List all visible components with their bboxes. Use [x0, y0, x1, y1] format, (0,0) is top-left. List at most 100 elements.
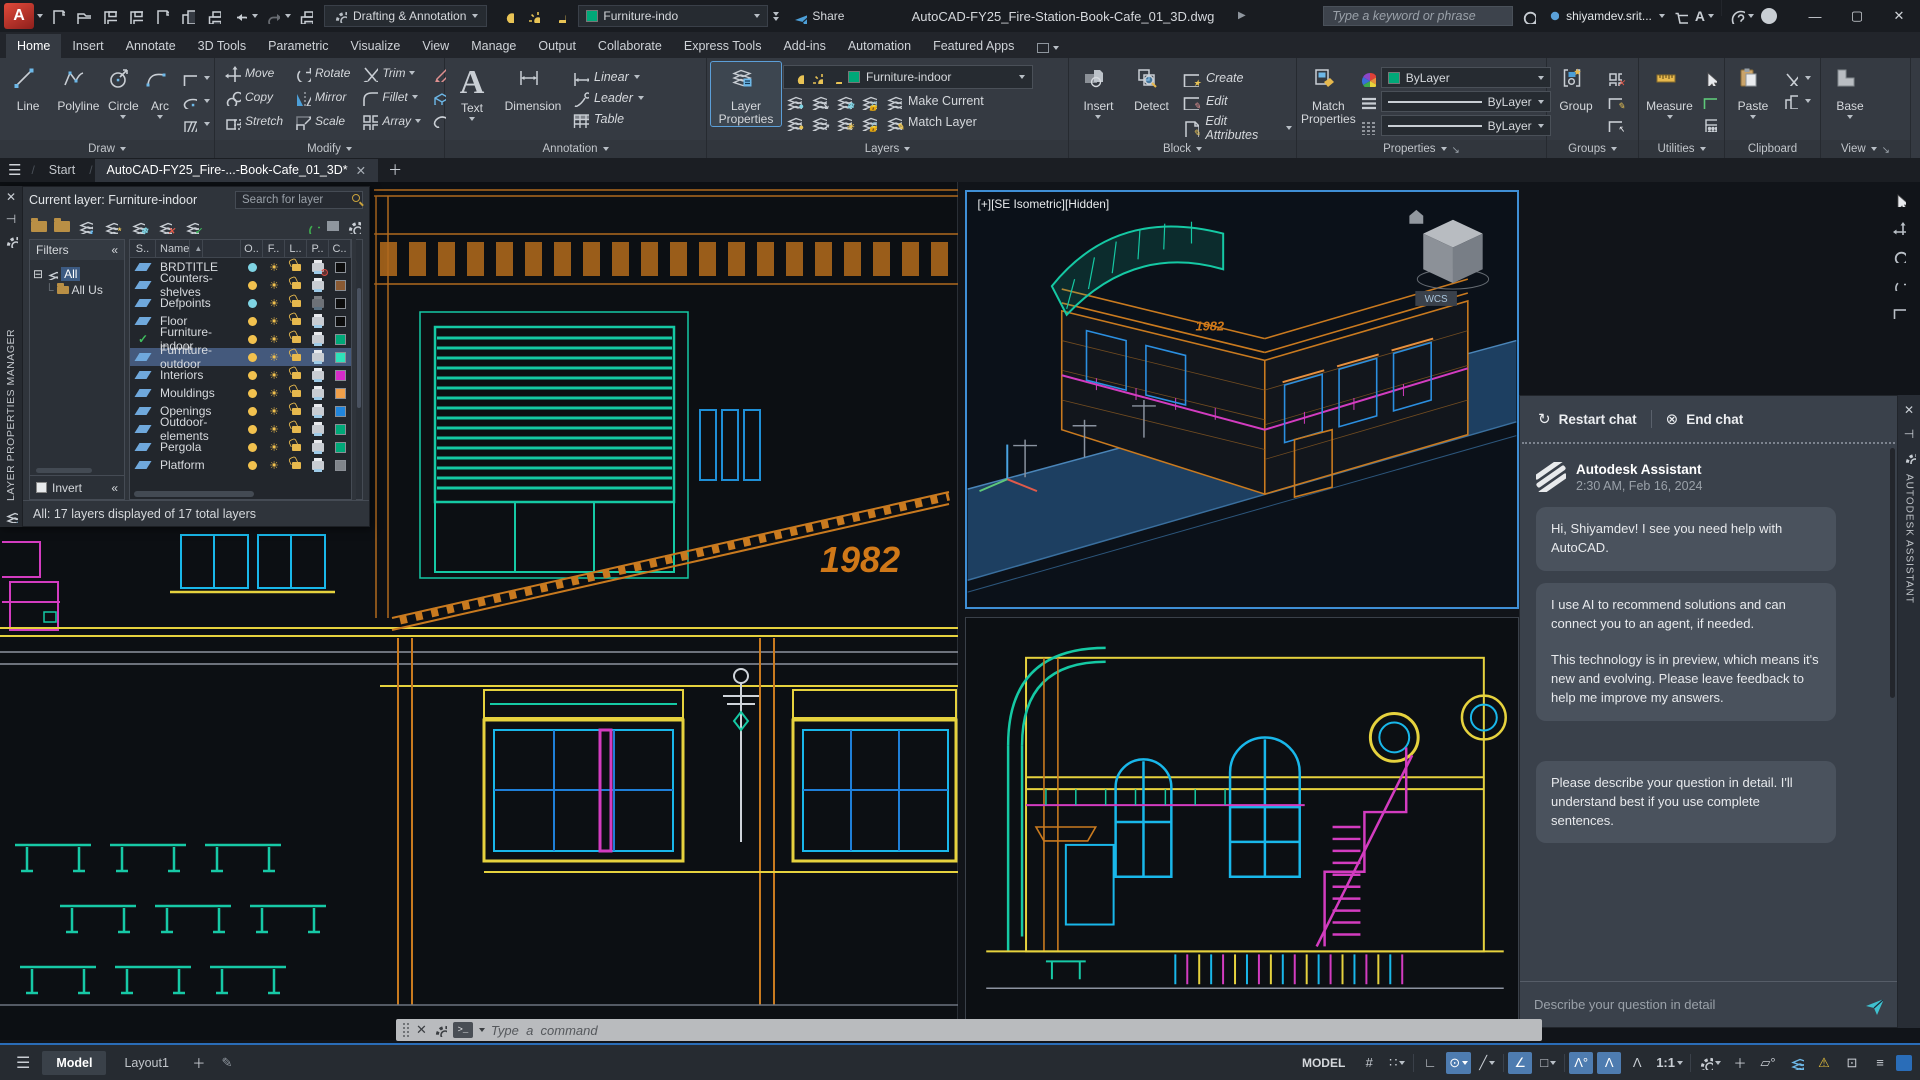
osnap-toggle[interactable]: Λ°: [1569, 1051, 1594, 1074]
command-close-icon[interactable]: ✕: [416, 1022, 427, 1038]
assistant-icon[interactable]: [1761, 8, 1777, 24]
annotation-scale[interactable]: 1:1: [1653, 1052, 1686, 1074]
help-icon[interactable]: [1729, 8, 1754, 24]
group-select-button[interactable]: ↖: [1603, 114, 1625, 134]
trim-button[interactable]: Trim: [356, 62, 425, 84]
file-tabs-menu-icon[interactable]: ☰: [8, 161, 21, 179]
search-icon[interactable]: [1520, 8, 1537, 24]
palette-close-icon[interactable]: ✕: [6, 190, 16, 204]
snap-toggle[interactable]: ∷: [1385, 1052, 1409, 1074]
linetype-control[interactable]: ByLayer: [1358, 115, 1551, 136]
model-tab[interactable]: Model: [42, 1050, 107, 1075]
sun-icon[interactable]: [520, 3, 545, 29]
restart-chat-button[interactable]: ↻ Restart chat: [1538, 410, 1637, 428]
full-navigation-wheel-icon[interactable]: [1891, 192, 1906, 207]
layer-row[interactable]: Defpoints ☀: [130, 294, 351, 312]
isolate-objects-icon[interactable]: ▱°: [1756, 1052, 1780, 1074]
move-button[interactable]: Move: [219, 62, 287, 84]
redo-button[interactable]: [259, 3, 284, 29]
new-layer-icon[interactable]: *: [100, 217, 121, 236]
customization-icon[interactable]: ≡: [1868, 1052, 1892, 1074]
color-control[interactable]: ByLayer: [1358, 67, 1551, 88]
panel-block-footer[interactable]: Block: [1069, 140, 1296, 158]
collapse-icon[interactable]: «: [111, 481, 118, 495]
vertical-scrollbar[interactable]: [356, 239, 363, 500]
tab-insert[interactable]: Insert: [61, 34, 114, 58]
layer-list-header[interactable]: S.. Name ▲ O.. F.. L.. P.. C..: [130, 240, 351, 258]
viewport-elevation-front[interactable]: [965, 617, 1519, 1035]
layer-thaw-button[interactable]: ☀: [833, 113, 854, 132]
explode-button[interactable]: [427, 87, 449, 107]
panel-view-footer[interactable]: View ↘: [1821, 140, 1910, 158]
palette-anchor-icon[interactable]: [4, 509, 18, 523]
leader-button[interactable]: Leader: [571, 89, 644, 107]
match-layer-button[interactable]: Match Layer: [908, 115, 977, 129]
panel-annotation-footer[interactable]: Annotation: [445, 140, 706, 158]
isometric-drafting-toggle[interactable]: ╱: [1475, 1052, 1499, 1074]
drawing-area[interactable]: 1982 1982 WCS [+][SE Isometric][Hidden] …: [0, 182, 1920, 1043]
layer-row[interactable]: Interiors ☀: [130, 366, 351, 384]
new-layout-button[interactable]: ＋: [187, 1052, 211, 1074]
quick-calc-button[interactable]: [1698, 114, 1720, 134]
match-properties-button[interactable]: Match Properties: [1301, 62, 1356, 126]
line-button[interactable]: Line: [4, 62, 52, 113]
grid-toggle[interactable]: #: [1357, 1052, 1381, 1074]
undo-button[interactable]: [226, 3, 251, 29]
layer-lock-button[interactable]: 🔒: [858, 92, 879, 111]
statusbar-menu-icon[interactable]: ☰: [8, 1053, 38, 1073]
status-corner-icon[interactable]: [1896, 1054, 1912, 1071]
autodesk-app-icon[interactable]: A: [1695, 8, 1714, 24]
tab-home[interactable]: Home: [6, 34, 62, 58]
mirror-button[interactable]: Mirror: [289, 86, 354, 108]
table-button[interactable]: Table: [571, 110, 644, 128]
tab-manage[interactable]: Manage: [460, 34, 527, 58]
paste-button[interactable]: Paste: [1729, 62, 1777, 120]
delete-layer-icon[interactable]: ✕: [154, 217, 175, 236]
revision-cloud-button[interactable]: [427, 110, 449, 130]
dimension-button[interactable]: Dimension: [497, 62, 569, 113]
ortho-toggle[interactable]: ∟: [1418, 1052, 1442, 1074]
unlock-icon[interactable]: [546, 3, 571, 29]
horizontal-scrollbar[interactable]: [134, 491, 254, 497]
invert-checkbox[interactable]: [36, 482, 47, 493]
layer-row[interactable]: Counters-shelves ☀: [130, 271, 351, 299]
workspace-switcher[interactable]: Drafting & Annotation: [324, 5, 488, 27]
zoom-icon[interactable]: [1891, 248, 1906, 263]
osnap-3d-toggle[interactable]: Λ: [1597, 1051, 1622, 1074]
polyline-button[interactable]: Polyline: [54, 62, 102, 113]
array-button[interactable]: Array: [356, 110, 425, 132]
lineweight-control[interactable]: ByLayer: [1358, 91, 1551, 112]
save-button[interactable]: [96, 3, 121, 29]
command-chevron-icon[interactable]: [478, 1028, 485, 1032]
send-icon[interactable]: [1863, 995, 1883, 1015]
open-file-button[interactable]: [70, 3, 95, 29]
scale-button[interactable]: Scale: [289, 110, 354, 132]
edit-block-button[interactable]: ✎ Edit: [1179, 91, 1292, 111]
select-all-button[interactable]: [1698, 91, 1720, 111]
tab-parametric[interactable]: Parametric: [257, 34, 339, 58]
annotation-monitor-icon[interactable]: ⚠: [1812, 1052, 1836, 1074]
end-chat-button[interactable]: ⊗ End chat: [1666, 410, 1744, 428]
bulb-icon[interactable]: [494, 3, 519, 29]
text-button[interactable]: A Text: [449, 62, 495, 122]
base-button[interactable]: Base: [1825, 62, 1875, 120]
panel-draw-footer[interactable]: Draw: [0, 140, 214, 158]
new-file-button[interactable]: [44, 3, 69, 29]
layer-row[interactable]: Outdoor-elements ☀: [130, 415, 351, 443]
graphics-performance-icon[interactable]: [1784, 1052, 1808, 1074]
layer-search-input[interactable]: [235, 191, 363, 209]
ribbon-layer-dropdown[interactable]: Furniture-indoor: [783, 65, 1033, 89]
assistant-autohide-icon[interactable]: ⊣: [1904, 427, 1914, 441]
erase-button[interactable]: [427, 64, 449, 84]
showmotion-icon[interactable]: [1891, 304, 1906, 319]
arc-button[interactable]: Arc: [144, 62, 176, 120]
insert-block-button[interactable]: Insert: [1073, 62, 1124, 120]
panel-properties-footer[interactable]: Properties ↘: [1297, 140, 1546, 158]
layer-row[interactable]: Mouldings ☀: [130, 384, 351, 402]
settings-gear-icon[interactable]: [1695, 1052, 1724, 1074]
collapse-chevrons-icon[interactable]: [773, 11, 780, 21]
panel-modify-footer[interactable]: Modify: [215, 140, 444, 158]
new-group-filter-icon[interactable]: [54, 217, 70, 232]
isolate-settings-icon[interactable]: [327, 221, 339, 231]
new-tab-button[interactable]: ＋: [380, 160, 410, 180]
